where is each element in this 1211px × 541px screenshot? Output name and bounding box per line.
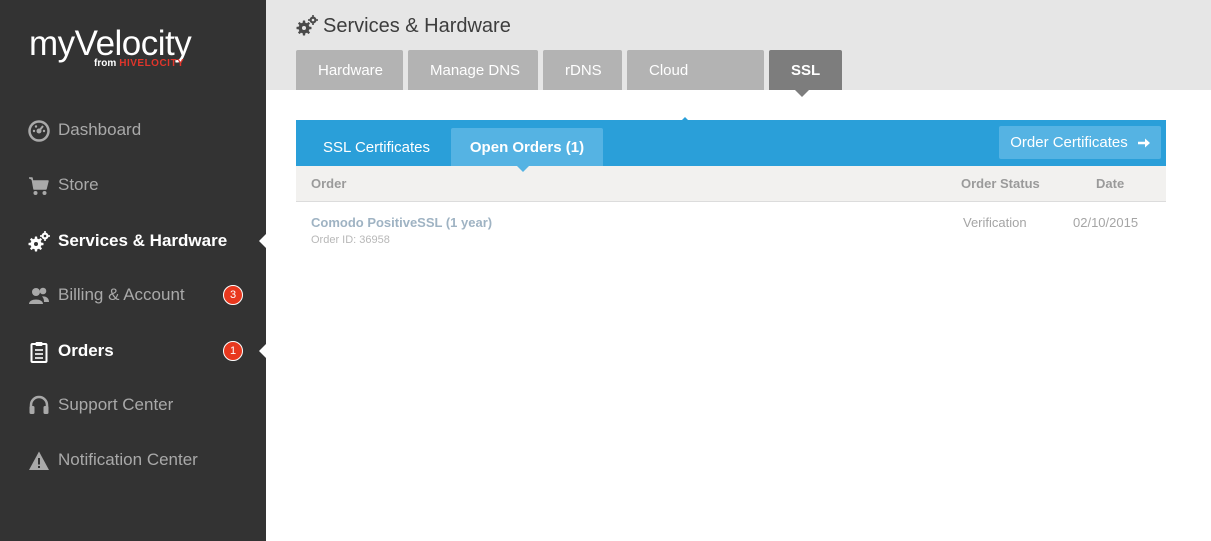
tab-open-orders[interactable]: Open Orders (1) bbox=[451, 128, 603, 166]
order-status: Verification bbox=[963, 215, 1027, 230]
cart-icon bbox=[28, 175, 50, 197]
ssl-panel-bar: SSL Certificates Open Orders (1) Order C… bbox=[296, 117, 1166, 172]
sidebar-item-services-hardware[interactable]: Services & Hardware bbox=[0, 221, 266, 261]
sidebar-item-support-center[interactable]: Support Center bbox=[0, 385, 266, 425]
sidebar-item-orders[interactable]: Orders 1 bbox=[0, 331, 266, 371]
active-tab-caret bbox=[795, 90, 809, 97]
logo[interactable]: myVelocity from HIVELOCITY bbox=[29, 24, 219, 74]
users-icon bbox=[28, 285, 50, 307]
tab-label: Hardware bbox=[318, 61, 384, 79]
warning-icon bbox=[28, 450, 50, 472]
notification-badge: 1 bbox=[223, 341, 243, 361]
sidebar-item-label: Dashboard bbox=[58, 120, 142, 139]
active-pointer bbox=[259, 344, 266, 358]
tab-cloud[interactable]: Cloud bbox=[627, 50, 764, 90]
order-date: 02/10/2015 bbox=[1073, 215, 1139, 230]
sidebar: myVelocity from HIVELOCITY Dashboard Stor… bbox=[0, 0, 266, 541]
table-header: Order Order Status Date bbox=[296, 166, 1166, 202]
sidebar-item-billing-account[interactable]: Billing & Account 3 bbox=[0, 275, 266, 315]
tab-rdns[interactable]: rDNS bbox=[543, 50, 622, 90]
logo-sub: from HIVELOCITY bbox=[94, 58, 184, 70]
tab-ssl-certificates[interactable]: SSL Certificates bbox=[323, 128, 430, 166]
tab-label: SSL Certificates bbox=[323, 138, 430, 156]
tab-hardware[interactable]: Hardware bbox=[296, 50, 403, 90]
column-header-order[interactable]: Order bbox=[311, 176, 346, 191]
sidebar-item-store[interactable]: Store bbox=[0, 165, 266, 205]
sidebar-item-label: Orders bbox=[58, 341, 114, 360]
headset-icon bbox=[28, 395, 50, 417]
sidebar-item-label: Store bbox=[58, 175, 99, 194]
order-id: Order ID: 36958 bbox=[311, 234, 390, 246]
order-name-link[interactable]: Comodo PositiveSSL (1 year) bbox=[311, 215, 492, 230]
tab-label: Manage DNS bbox=[430, 61, 521, 79]
logo-company: HIVELOCITY bbox=[119, 58, 185, 69]
page-title: Services & Hardware bbox=[296, 14, 511, 38]
sidebar-item-label: Services & Hardware bbox=[58, 231, 228, 250]
column-header-date[interactable]: Date bbox=[1096, 176, 1124, 191]
active-subtab-caret bbox=[517, 166, 529, 172]
column-header-order-status[interactable]: Order Status bbox=[961, 176, 1040, 191]
logo-from: from bbox=[94, 58, 117, 69]
sidebar-item-label: Billing & Account bbox=[58, 285, 185, 304]
page-title-text: Services & Hardware bbox=[323, 14, 511, 37]
table-row[interactable]: Comodo PositiveSSL (1 year) Order ID: 36… bbox=[296, 203, 1166, 263]
active-pointer bbox=[259, 234, 266, 248]
sidebar-item-dashboard[interactable]: Dashboard bbox=[0, 110, 266, 150]
order-certificates-button[interactable]: Order Certificates bbox=[999, 126, 1161, 159]
tab-label: Open Orders (1) bbox=[469, 138, 585, 156]
notification-badge: 3 bbox=[223, 285, 243, 305]
tab-ssl[interactable]: SSL bbox=[769, 50, 842, 90]
arrow-right-icon bbox=[1137, 138, 1150, 148]
tab-label: Cloud bbox=[649, 61, 689, 79]
tab-manage-dns[interactable]: Manage DNS bbox=[408, 50, 538, 90]
gear-icon bbox=[28, 231, 50, 253]
sidebar-item-label: Notification Center bbox=[58, 450, 198, 469]
sidebar-item-label: Support Center bbox=[58, 395, 174, 414]
tab-label: rDNS bbox=[565, 61, 602, 79]
gear-icon bbox=[296, 15, 318, 37]
order-button-label: Order Certificates bbox=[1010, 134, 1128, 151]
tab-label: SSL bbox=[791, 61, 821, 79]
sidebar-item-notification-center[interactable]: Notification Center bbox=[0, 440, 266, 480]
clipboard-icon bbox=[28, 341, 50, 363]
dashboard-icon bbox=[28, 120, 50, 142]
page-header: Services & Hardware Hardware Manage DNS … bbox=[266, 0, 1211, 97]
panel-notch bbox=[680, 117, 690, 122]
